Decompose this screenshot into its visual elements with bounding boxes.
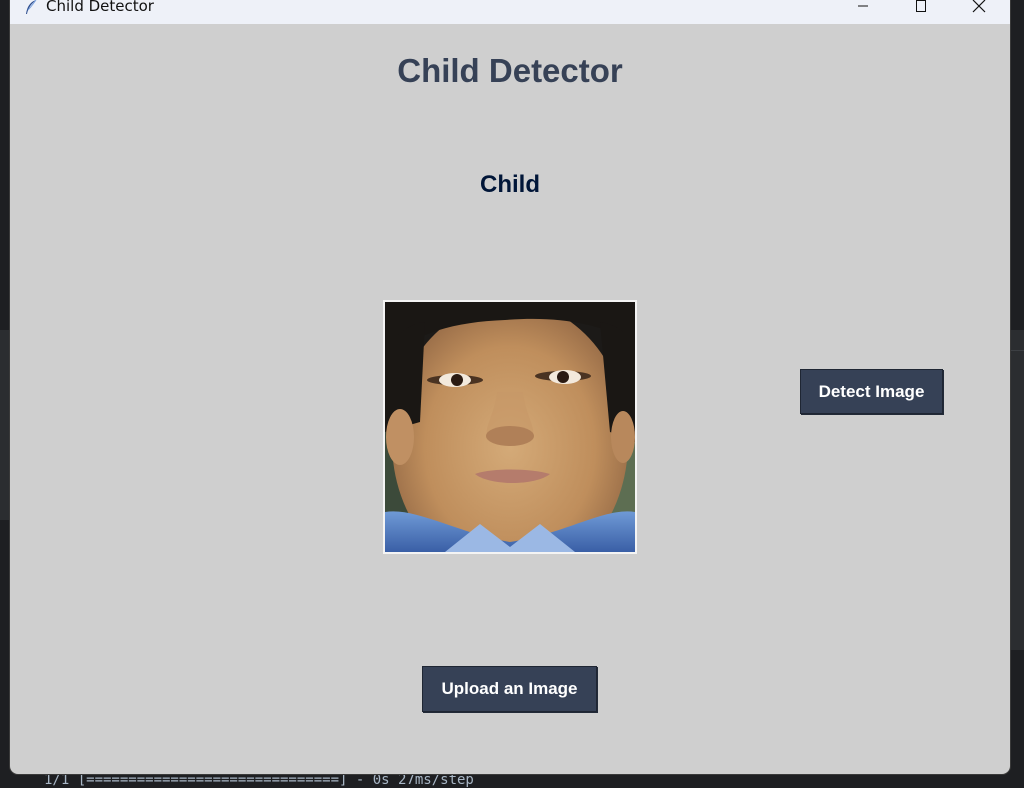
minimize-icon[interactable] [840, 0, 886, 18]
title-bar[interactable]: Child Detector [10, 0, 1010, 24]
detect-image-button[interactable]: Detect Image [800, 369, 943, 414]
background-divider [1010, 350, 1024, 351]
close-icon[interactable] [956, 0, 1002, 18]
window-title: Child Detector [46, 0, 154, 15]
app-heading: Child Detector [397, 52, 623, 89]
app-window: Child Detector Child Detector Child Dete… [10, 0, 1010, 774]
background-panel-right [1010, 330, 1024, 650]
upload-image-button[interactable]: Upload an Image [422, 666, 597, 712]
feather-icon [22, 0, 40, 16]
uploaded-image-frame [383, 300, 637, 554]
maximize-icon[interactable] [898, 0, 944, 18]
background-terminal-output: 1/1 [==============================] - 0… [44, 772, 474, 788]
uploaded-face-image [385, 302, 635, 552]
background-panel-left [0, 330, 10, 520]
detection-result-label: Child [480, 171, 540, 198]
